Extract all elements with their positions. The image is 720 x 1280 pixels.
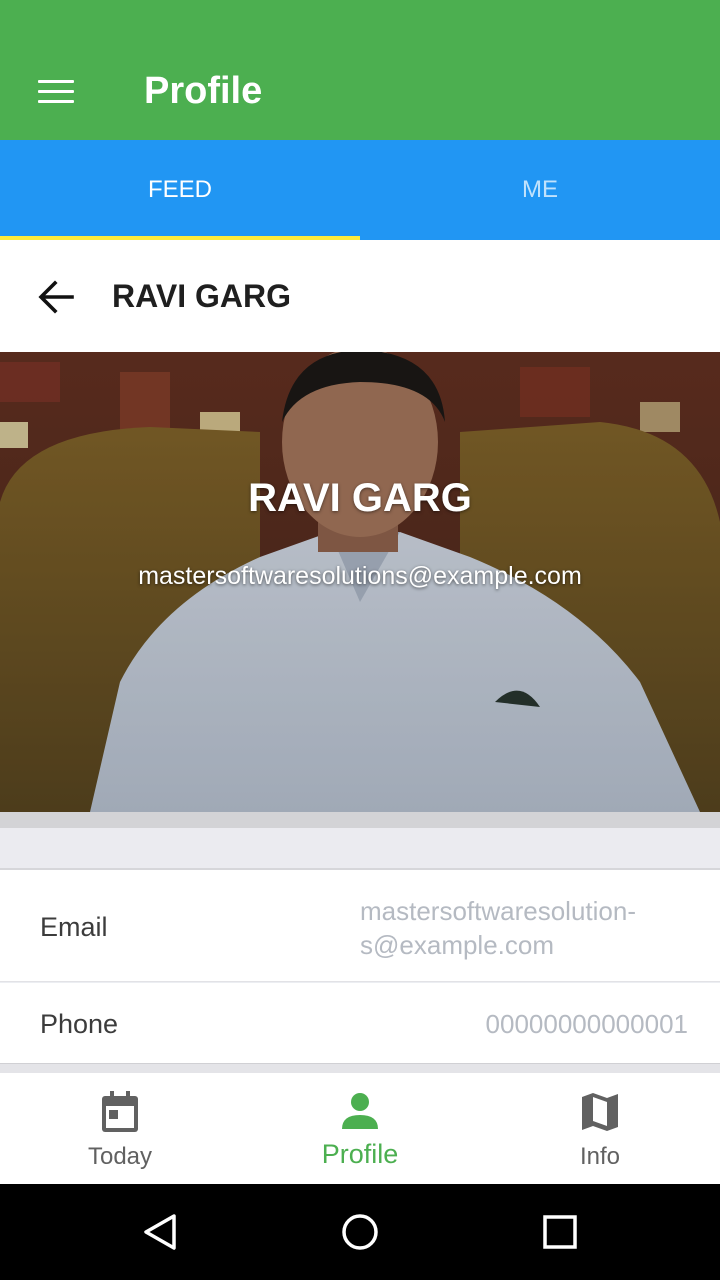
email-row: Email mastersoftwaresolution-s@example.c… [0, 870, 720, 982]
nav-home-icon[interactable] [340, 1212, 380, 1252]
nav-back-icon[interactable] [140, 1212, 180, 1252]
section-spacer [0, 828, 720, 870]
bottom-navigation: Today Profile Info [0, 1073, 720, 1184]
profile-name: RAVI GARG [248, 476, 472, 520]
map-icon [582, 1093, 618, 1131]
bottom-nav-info-label: Info [579, 1143, 621, 1170]
bottom-nav-info[interactable]: Info [480, 1073, 720, 1184]
system-navigation-bar [0, 1184, 720, 1280]
person-icon [342, 1093, 378, 1129]
divider [0, 812, 720, 828]
phone-value: 00000000000001 [485, 1009, 688, 1039]
tab-bar: FEED ME [0, 140, 720, 240]
divider [0, 1063, 720, 1073]
page-title: Profile [144, 70, 263, 112]
bottom-nav-profile[interactable]: Profile [240, 1073, 480, 1184]
bottom-nav-today-label: Today [87, 1143, 153, 1170]
profile-email: mastersoftwaresolutions@example.com [138, 562, 582, 590]
email-value: mastersoftwaresolution-s@example.com [360, 896, 636, 960]
tab-feed[interactable]: FEED [0, 140, 360, 240]
bottom-nav-today[interactable]: Today [0, 1073, 240, 1184]
app-bar: Profile [0, 0, 720, 140]
nav-recents-icon[interactable] [540, 1212, 580, 1252]
profile-header [0, 240, 720, 352]
phone-label: Phone [40, 1009, 119, 1039]
bottom-nav-profile-label: Profile [321, 1139, 399, 1169]
phone-row: Phone 00000000000001 [0, 983, 720, 1063]
arrow-back-icon[interactable] [38, 280, 74, 314]
hamburger-menu-icon[interactable] [38, 80, 74, 104]
calendar-icon [102, 1091, 138, 1132]
profile-header-title: RAVI GARG [112, 278, 291, 314]
tab-me[interactable]: ME [360, 140, 720, 240]
email-label: Email [40, 912, 108, 942]
